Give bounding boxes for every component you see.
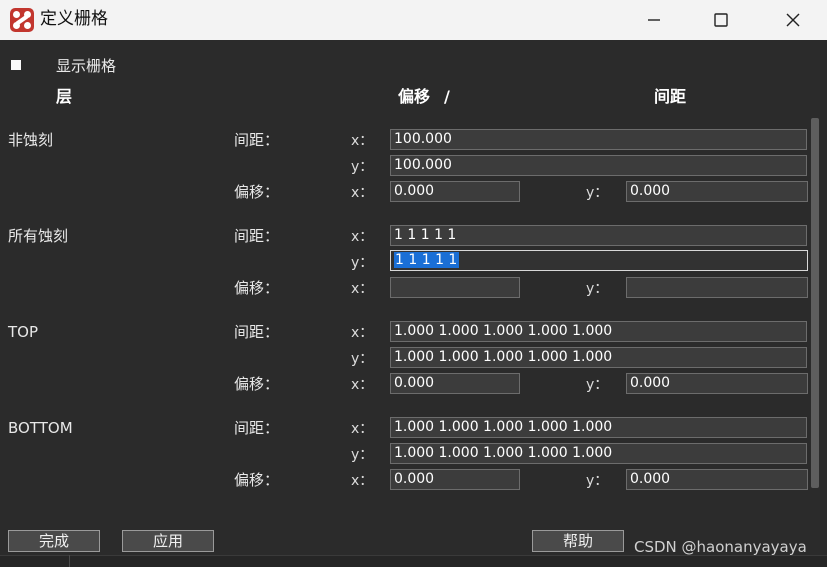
selected-text: 1 1 1 1 1 [394, 252, 460, 268]
close-icon [786, 13, 800, 27]
close-button[interactable] [762, 0, 824, 40]
y-label: y： [586, 473, 609, 489]
spacing-label: 间距： [234, 323, 280, 341]
spacing-y-input[interactable]: 1.000 1.000 1.000 1.000 1.000 [390, 347, 807, 368]
spacing-label: 间距： [234, 131, 280, 149]
offset-y-input[interactable]: 0.000 [626, 373, 808, 394]
spacing-label: 间距： [234, 419, 280, 437]
header-separator: / [444, 87, 450, 106]
layer-column-header: 层 [56, 87, 73, 106]
vertical-scrollbar[interactable] [811, 118, 819, 488]
maximize-button[interactable] [690, 0, 752, 40]
offset-label: 偏移： [234, 279, 280, 297]
show-grid-checkbox[interactable] [11, 60, 21, 70]
help-button[interactable]: 帮助 [532, 530, 624, 552]
x-label: x： [351, 281, 374, 297]
layer-name: 所有蚀刻 [8, 227, 69, 245]
done-button[interactable]: 完成 [8, 530, 100, 552]
y-label: y： [586, 185, 609, 201]
spacing-y-input[interactable]: 100.000 [390, 155, 807, 176]
offset-x-input[interactable] [390, 277, 520, 298]
status-bar [0, 555, 827, 567]
spacing-y-input-focused[interactable]: 1 1 1 1 1 [390, 250, 808, 271]
x-label: x： [351, 325, 374, 341]
layer-name: BOTTOM [8, 419, 73, 437]
spacing-label: 间距： [234, 227, 280, 245]
y-label: y： [351, 447, 374, 463]
spacing-y-input[interactable]: 1.000 1.000 1.000 1.000 1.000 [390, 443, 807, 464]
y-label: y： [351, 255, 374, 271]
offset-column-header: 偏移 [398, 87, 431, 106]
x-label: x： [351, 133, 374, 149]
x-label: x： [351, 185, 374, 201]
maximize-icon [714, 13, 728, 27]
minimize-button[interactable] [623, 0, 685, 40]
x-label: x： [351, 473, 374, 489]
show-grid-label: 显示栅格 [56, 57, 117, 75]
offset-x-input[interactable]: 0.000 [390, 181, 520, 202]
title-bar: 定义栅格 [0, 0, 827, 40]
watermark: CSDN @haonanyayaya [634, 538, 807, 556]
layer-name: 非蚀刻 [8, 131, 54, 149]
minimize-icon [648, 19, 660, 21]
layer-name: TOP [8, 323, 39, 341]
y-label: y： [586, 377, 609, 393]
y-label: y： [351, 159, 374, 175]
status-divider [69, 555, 70, 567]
apply-button[interactable]: 应用 [122, 530, 214, 552]
spacing-x-input[interactable]: 1.000 1.000 1.000 1.000 1.000 [390, 321, 807, 342]
offset-label: 偏移： [234, 375, 280, 393]
y-label: y： [586, 281, 609, 297]
y-label: y： [351, 351, 374, 367]
offset-y-input[interactable]: 0.000 [626, 469, 808, 490]
spacing-x-input[interactable]: 100.000 [390, 129, 807, 150]
spacing-column-header: 间距 [654, 87, 687, 106]
spacing-x-input[interactable]: 1.000 1.000 1.000 1.000 1.000 [390, 417, 807, 438]
offset-label: 偏移： [234, 471, 280, 489]
window-title: 定义栅格 [40, 9, 108, 29]
x-label: x： [351, 421, 374, 437]
app-logo-icon [10, 8, 34, 32]
x-label: x： [351, 229, 374, 245]
offset-x-input[interactable]: 0.000 [390, 373, 520, 394]
x-label: x： [351, 377, 374, 393]
offset-y-input[interactable]: 0.000 [626, 181, 808, 202]
offset-y-input[interactable] [626, 277, 808, 298]
offset-label: 偏移： [234, 183, 280, 201]
offset-x-input[interactable]: 0.000 [390, 469, 520, 490]
spacing-x-input[interactable]: 1 1 1 1 1 [390, 225, 807, 246]
